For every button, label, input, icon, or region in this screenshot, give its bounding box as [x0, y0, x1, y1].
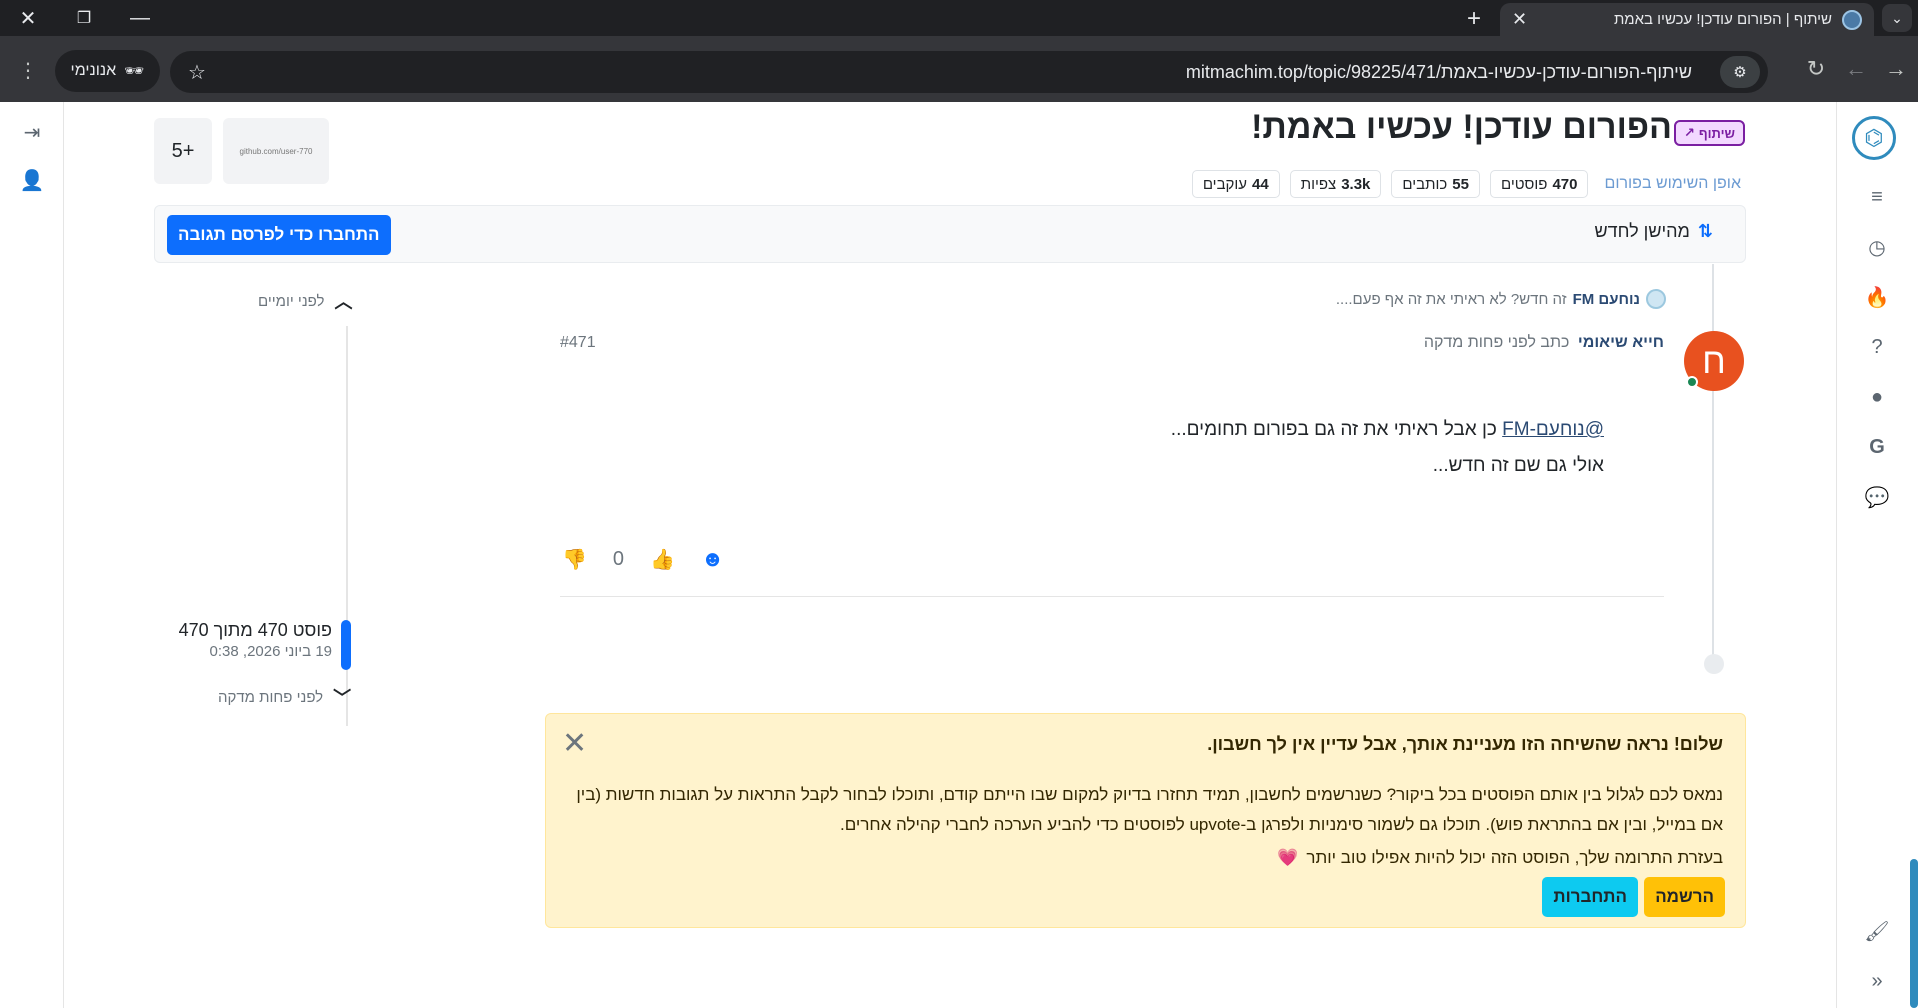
incognito-button[interactable]: 🕶 אנונימי — [55, 50, 160, 92]
incognito-icon: 🕶 — [124, 63, 145, 80]
parent-excerpt: זה חדש? לא ראיתי את זה אף פעם.... — [1335, 290, 1567, 308]
heart-icon: 💗 — [1277, 848, 1299, 867]
parent-avatar — [1646, 289, 1666, 309]
upvote-icon[interactable]: 👍 — [650, 547, 675, 572]
post-actions: 👎 0 👍 ☻ — [562, 546, 724, 572]
stat-views: 3.3k צפיות — [1289, 170, 1382, 198]
user-mention-link[interactable]: @נוחעם-FM — [1502, 419, 1604, 440]
timeline-bottom[interactable]: ﹀ לפני פחות מדקה — [218, 684, 351, 710]
sort-dropdown[interactable]: ⇅ מהישן לחדש — [1595, 221, 1714, 242]
browser-tab-bar: ✕ ❐ — + שיתוף | הפורום עודכן! עכשיו באמת… — [0, 0, 1918, 36]
topic-thumbnail[interactable]: github.com/user-770 — [223, 118, 329, 184]
address-bar[interactable]: ⚙ mitmachim.top/topic/98225/471/שיתוף-הפ… — [170, 51, 1768, 93]
restore-window-icon[interactable]: ❐ — [56, 0, 112, 36]
close-window-icon[interactable]: ✕ — [0, 0, 56, 36]
reaction-smile-icon[interactable]: ☻ — [701, 546, 724, 572]
chevron-up-icon: ︿ — [334, 292, 353, 312]
timeline-end-label: לפני פחות מדקה — [218, 688, 324, 706]
forum-usage-link[interactable]: אופן השימוש בפורום — [1604, 175, 1741, 193]
register-user-icon[interactable]: 👤 — [18, 166, 46, 194]
post-content: @נוחעם-FM כן אבל ראיתי את זה גם בפורום ת… — [1171, 412, 1604, 484]
site-logo-icon[interactable]: ⌬ — [1852, 116, 1896, 160]
vote-count[interactable]: 0 — [613, 548, 624, 571]
tab-title: שיתוף | הפורום עודכן! עכשיו באמת — [1613, 11, 1832, 28]
post-line-2: אולי גם שם זה חדש... — [1432, 455, 1604, 476]
banner-title: שלום! נראה שהשיחה הזו מעניינת אותך, אבל … — [1207, 734, 1723, 754]
category-badge[interactable]: שיתוף ↗ — [1673, 120, 1745, 146]
incognito-label: אנונימי — [70, 62, 117, 79]
parent-post-reference[interactable]: נוחעם FM זה חדש? לא ראיתי את זה אף פעם..… — [1336, 289, 1666, 309]
banner-body: נמאס לכם לגלול בין אותם הפוסטים בכל ביקו… — [576, 785, 1723, 834]
thread-end-dot — [1704, 654, 1724, 674]
guest-signup-banner: שלום! נראה שהשיחה הזו מעניינת אותך, אבל … — [545, 713, 1746, 928]
site-settings-icon[interactable]: ⚙ — [1720, 56, 1760, 88]
expand-chevrons-icon[interactable]: » — [1862, 966, 1892, 996]
bookmark-star-icon[interactable]: ☆ — [188, 60, 206, 85]
timeline-post-index: פוסט 470 מתוך 470 — [178, 620, 332, 640]
thread-line — [1712, 264, 1714, 664]
timeline-top[interactable]: ︿ לפני יומיים — [258, 288, 352, 314]
login-button[interactable]: התחברות — [1542, 877, 1638, 917]
users-icon[interactable]: ● — [1862, 382, 1892, 412]
brush-icon[interactable]: 🖌 — [1862, 916, 1892, 946]
post-timestamp[interactable]: כתב לפני פחות מדקה — [1424, 334, 1570, 351]
forward-arrow-icon[interactable]: ← — [1840, 53, 1872, 85]
page-scrollbar[interactable] — [1910, 859, 1918, 1008]
timeline-handle[interactable] — [341, 620, 351, 670]
stat-followers: 44 עוקבים — [1191, 170, 1280, 198]
post-meta: חייא שיאומי כתב לפני פחות מדקה — [1424, 334, 1664, 352]
online-status-dot — [1686, 376, 1698, 388]
browser-tab[interactable]: שיתוף | הפורום עודכן! עכשיו באמת ✕ — [1500, 3, 1874, 36]
signup-button[interactable]: הרשמה — [1644, 877, 1725, 917]
post-divider — [560, 596, 1664, 597]
timeline-start-label: לפני יומיים — [258, 292, 325, 310]
login-icon[interactable]: ⇥ — [18, 118, 46, 146]
forum-page: ⇥ 👤 ⌬ ≡ ◷ 🔥 ? ● G 💬 🖌 » הפורום עודכן! עכ… — [0, 102, 1918, 1008]
close-tab-icon[interactable]: ✕ — [1512, 9, 1527, 30]
timeline-position: פוסט 470 מתוך 470 19 ביוני 2026, 0:38 — [179, 620, 332, 660]
back-arrow-icon[interactable]: → — [1880, 53, 1912, 85]
recent-clock-icon[interactable]: ◷ — [1862, 232, 1892, 262]
tab-search-button[interactable]: ⌄ — [1882, 4, 1912, 32]
stat-posts: 470 פוסטים — [1489, 170, 1589, 198]
share-icon: ↗ — [1683, 125, 1695, 140]
more-thumbnails[interactable]: 5+ — [154, 118, 212, 184]
category-badge-label: שיתוף — [1698, 125, 1735, 141]
topic-sort-bar: ⇅ מהישן לחדש התחברו כדי לפרסם תגובה — [154, 205, 1746, 263]
parent-author[interactable]: נוחעם FM — [1573, 291, 1640, 308]
login-to-reply-button[interactable]: התחברו כדי לפרסם תגובה — [167, 215, 391, 255]
browser-toolbar: → ← ↻ ⚙ mitmachim.top/topic/98225/471/שי… — [0, 36, 1918, 102]
topic-stats: אופן השימוש בפורום 470 פוסטים 55 כותבים 3.… — [1191, 170, 1741, 198]
reload-icon[interactable]: ↻ — [1800, 53, 1832, 85]
google-icon[interactable]: G — [1862, 432, 1892, 462]
menu-icon[interactable]: ≡ — [1862, 182, 1892, 212]
banner-body-2: בעזרת התרומה שלך, הפוסט הזה יכול להיות א… — [1277, 848, 1723, 867]
url-text[interactable]: mitmachim.top/topic/98225/471/שיתוף-הפור… — [1186, 62, 1692, 83]
close-icon[interactable]: ✕ — [562, 726, 587, 761]
post-number[interactable]: #471 — [560, 334, 596, 352]
site-favicon-icon — [1842, 9, 1862, 30]
thumbnail-caption: github.com/user-770 — [239, 146, 313, 156]
right-sidebar: ⌬ ≡ ◷ 🔥 ? ● G 💬 🖌 » — [1836, 102, 1918, 1008]
new-tab-button[interactable]: + — [1458, 3, 1490, 35]
downvote-icon[interactable]: 👎 — [562, 547, 587, 572]
sort-icon: ⇅ — [1697, 221, 1713, 241]
left-rail: ⇥ 👤 — [0, 102, 64, 1008]
browser-menu-icon[interactable]: ⋮ — [18, 58, 38, 83]
minimize-window-icon[interactable]: — — [112, 0, 168, 36]
stat-posters: 55 כותבים — [1391, 170, 1480, 198]
post-author[interactable]: חייא שיאומי — [1578, 334, 1664, 351]
post-line-1: @נוחעם-FM כן אבל ראיתי את זה גם בפורום ת… — [1170, 419, 1604, 440]
timeline-date: 19 ביוני 2026, 0:38 — [209, 643, 332, 660]
chat-icon[interactable]: 💬 — [1862, 482, 1892, 512]
help-icon[interactable]: ? — [1862, 332, 1892, 362]
popular-fire-icon[interactable]: 🔥 — [1862, 282, 1892, 312]
chevron-down-icon: ﹀ — [333, 688, 352, 708]
topic-title: הפורום עודכן! עכשיו באמת! — [1251, 108, 1672, 146]
sort-label: מהישן לחדש — [1594, 221, 1690, 241]
